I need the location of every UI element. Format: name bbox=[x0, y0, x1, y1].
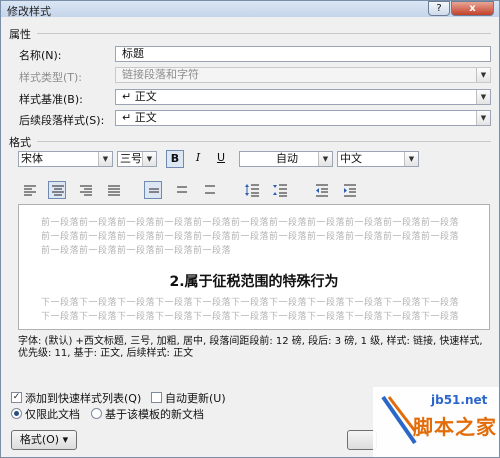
align-right-icon[interactable] bbox=[77, 181, 95, 199]
bold-button[interactable]: B bbox=[166, 150, 184, 168]
chevron-down-icon[interactable]: ▼ bbox=[98, 152, 112, 166]
name-label: 名称(N): bbox=[19, 49, 62, 62]
justify-icon[interactable] bbox=[105, 181, 123, 199]
based-on-select[interactable]: ↵ 正文 ▼ bbox=[115, 89, 491, 105]
properties-section-title: 属性 bbox=[9, 28, 31, 41]
auto-update-label: 自动更新(U) bbox=[165, 392, 226, 405]
new-docs-template-label: 基于该模板的新文档 bbox=[105, 408, 204, 421]
increase-paragraph-spacing-icon[interactable] bbox=[243, 181, 261, 199]
next-style-select[interactable]: ↵ 正文 ▼ bbox=[115, 110, 491, 126]
based-on-value: ↵ 正文 bbox=[122, 90, 157, 103]
chevron-down-icon[interactable]: ▼ bbox=[318, 152, 332, 166]
single-spacing-icon[interactable] bbox=[144, 181, 162, 199]
double-spacing-icon[interactable] bbox=[201, 181, 219, 199]
chevron-down-icon[interactable]: ▼ bbox=[476, 111, 490, 125]
increase-indent-icon[interactable] bbox=[341, 181, 359, 199]
font-color-value: 自动 bbox=[276, 152, 298, 165]
next-style-value: ↵ 正文 bbox=[122, 111, 157, 124]
title-bar: 修改样式 ? x bbox=[1, 1, 499, 18]
add-to-quick-styles-label: 添加到快速样式列表(Q) bbox=[25, 392, 142, 405]
decrease-indent-icon[interactable] bbox=[313, 181, 331, 199]
style-type-label: 样式类型(T): bbox=[19, 71, 83, 84]
next-style-label: 后续段落样式(S): bbox=[19, 114, 105, 127]
format-menu-button[interactable]: 格式(O) ▾ bbox=[11, 430, 77, 450]
auto-update-checkbox[interactable] bbox=[151, 392, 162, 403]
preview-next-paragraph: 下一段落下一段落下一段落下一段落下一段落下一段落下一段落下一段落下一段落下一段落… bbox=[41, 312, 460, 322]
decrease-paragraph-spacing-icon[interactable] bbox=[271, 181, 289, 199]
name-input[interactable]: 标题 bbox=[115, 46, 491, 62]
chevron-down-icon[interactable]: ▼ bbox=[142, 152, 156, 166]
format-section-title: 格式 bbox=[9, 136, 31, 149]
help-button[interactable]: ? bbox=[428, 1, 450, 16]
preview-previous-paragraph: 前一段落前一段落前一段落前一段落前一段落前一段落前一段落前一段落前一段落前一段落… bbox=[41, 232, 460, 242]
one-half-spacing-icon[interactable] bbox=[173, 181, 191, 199]
format-divider bbox=[37, 141, 491, 142]
preview-previous-paragraph: 前一段落前一段落前一段落前一段落前一段落前一段落前一段落前一段落前一段落前一段落… bbox=[41, 218, 460, 228]
chevron-down-icon[interactable]: ▼ bbox=[476, 90, 490, 104]
italic-button[interactable]: I bbox=[189, 150, 207, 168]
chevron-down-icon[interactable]: ▼ bbox=[404, 152, 418, 166]
style-type-value: 链接段落和字符 bbox=[122, 68, 199, 81]
style-type-select: 链接段落和字符 ▼ bbox=[115, 67, 491, 83]
preview-next-paragraph: 下一段落下一段落下一段落下一段落下一段落下一段落下一段落下一段落下一段落下一段落… bbox=[41, 298, 460, 308]
style-description: 字体: (默认) +西文标题, 三号, 加粗, 居中, 段落间距段前: 12 磅… bbox=[18, 336, 483, 359]
align-center-icon[interactable] bbox=[48, 181, 66, 199]
site-watermark: jb51.net 脚本之家 bbox=[373, 387, 499, 457]
font-color-select[interactable]: 自动 ▼ bbox=[239, 151, 333, 167]
preview-heading-sample: 2.属于征税范围的特殊行为 bbox=[169, 274, 339, 290]
watermark-site-name: 脚本之家 bbox=[413, 415, 497, 439]
modify-style-dialog: 修改样式 ? x 属性 名称(N): 标题 样式类型(T): 链接段落和字符 ▼ … bbox=[0, 0, 500, 458]
font-size-value: 三号 bbox=[120, 152, 142, 165]
properties-divider bbox=[37, 33, 491, 34]
name-value: 标题 bbox=[122, 47, 144, 60]
window-title: 修改样式 bbox=[7, 5, 51, 18]
watermark-url: jb51.net bbox=[431, 393, 488, 407]
new-docs-template-radio[interactable] bbox=[91, 408, 102, 419]
font-value: 宋体 bbox=[21, 152, 43, 165]
based-on-label: 样式基准(B): bbox=[19, 93, 83, 106]
preview-previous-paragraph: 前一段落前一段落前一段落前一段落前一段落 bbox=[41, 246, 232, 256]
script-value: 中文 bbox=[340, 152, 362, 165]
style-preview: 前一段落前一段落前一段落前一段落前一段落前一段落前一段落前一段落前一段落前一段落… bbox=[18, 204, 490, 330]
underline-button[interactable]: U bbox=[212, 150, 230, 168]
only-this-document-radio[interactable] bbox=[11, 408, 22, 419]
only-this-document-label: 仅限此文档 bbox=[25, 408, 80, 421]
chevron-down-icon: ▼ bbox=[476, 68, 490, 82]
font-select[interactable]: 宋体 ▼ bbox=[18, 151, 113, 167]
add-to-quick-styles-checkbox[interactable]: ✓ bbox=[11, 392, 22, 403]
close-button[interactable]: x bbox=[451, 1, 494, 16]
font-size-select[interactable]: 三号 ▼ bbox=[117, 151, 157, 167]
script-select[interactable]: 中文 ▼ bbox=[337, 151, 419, 167]
align-left-icon[interactable] bbox=[21, 181, 39, 199]
